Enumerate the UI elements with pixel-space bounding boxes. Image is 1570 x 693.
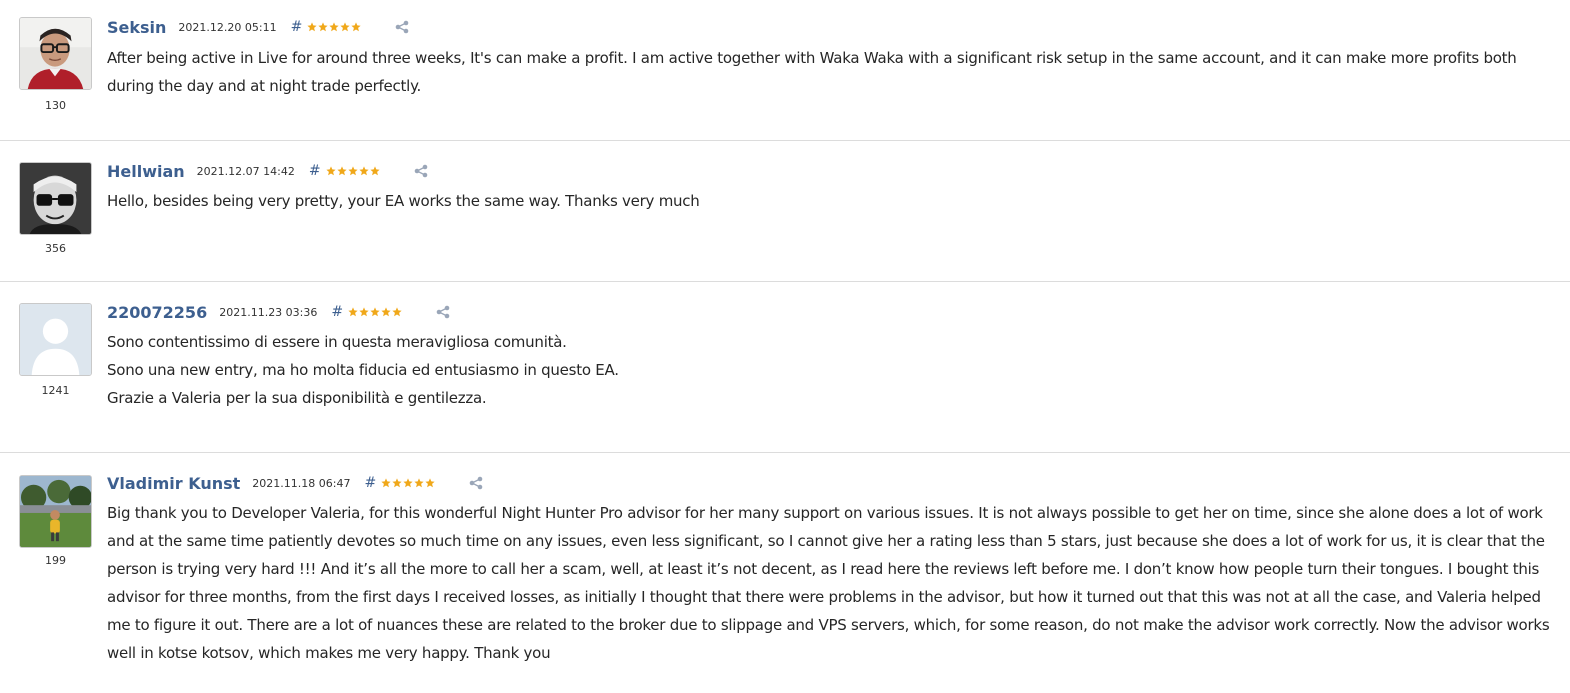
share-glyph [414,164,427,178]
review-line: Grazie a Valeria per la sua disponibilit… [107,389,487,407]
star-icon [358,166,369,176]
star-icon [425,478,435,488]
star-icon [369,166,380,176]
share-icon[interactable] [414,164,428,178]
divider [0,281,1570,282]
avatar[interactable] [19,17,92,90]
permalink-hash[interactable]: # [364,475,376,491]
share-icon[interactable] [469,476,483,490]
permalink-hash[interactable]: # [309,163,321,179]
review-text: Hello, besides being very pretty, your E… [107,187,1552,215]
share-glyph [469,476,483,490]
star-icon [325,166,336,176]
share-icon[interactable] [395,20,409,34]
review-date: 2021.12.20 05:11 [178,20,277,34]
star-icon [348,307,358,317]
review-date: 2021.11.18 06:47 [252,476,351,490]
star-icon [318,22,328,32]
permalink-hash[interactable]: # [291,19,303,35]
rating-stars [307,22,361,32]
review-header: Hellwian 2021.12.07 14:42 # [107,161,428,181]
share-glyph [396,20,409,34]
star-icon [351,22,361,32]
star-icon [347,166,358,176]
star-icon [403,478,413,488]
author-name[interactable]: Hellwian [107,162,185,181]
review-header: 220072256 2021.11.23 03:36 # [107,302,450,322]
bw-portrait-photo-icon [20,163,91,234]
author-name[interactable]: Vladimir Kunst [107,474,240,493]
star-icon [329,22,339,32]
divider [0,452,1570,453]
divider [0,140,1570,141]
star-icon [381,478,391,488]
review-line: Big thank you to Developer Valeria, for … [107,504,1550,662]
default-user-silhouette-icon [20,304,91,375]
author-rating-count: 199 [45,554,66,567]
rating-stars [325,166,380,176]
outdoor-child-photo-icon [20,476,91,547]
star-icon [359,307,369,317]
star-icon [336,166,347,176]
star-icon [340,22,350,32]
review-text: Sono contentissimo di essere in questa m… [107,328,1552,412]
rating-stars [348,307,402,317]
rating-stars [381,478,435,488]
review-line: After being active in Live for around th… [107,49,1517,95]
avatar[interactable] [19,162,92,235]
author-rating-count: 130 [45,99,66,112]
person-glasses-photo-icon [20,18,91,89]
review-text: Big thank you to Developer Valeria, for … [107,499,1552,667]
star-icon [307,22,317,32]
review-text: After being active in Live for around th… [107,44,1552,100]
review-line: Sono contentissimo di essere in questa m… [107,333,567,351]
star-icon [381,307,391,317]
star-icon [414,478,424,488]
avatar[interactable] [19,475,92,548]
star-icon [392,307,402,317]
share-glyph [436,305,450,319]
author-name[interactable]: 220072256 [107,303,207,322]
review-header: Seksin 2021.12.20 05:11 # [107,17,409,37]
review-date: 2021.12.07 14:42 [196,164,295,178]
review-header: Vladimir Kunst 2021.11.18 06:47 # [107,473,483,493]
review-line: Sono una new entry, ma ho molta fiducia … [107,361,619,379]
review-date: 2021.11.23 03:36 [219,305,318,319]
star-icon [392,478,402,488]
author-rating-count: 1241 [41,384,70,397]
author-rating-count: 356 [45,242,66,255]
avatar[interactable] [19,303,92,376]
share-icon[interactable] [436,305,450,319]
review-line: Hello, besides being very pretty, your E… [107,192,700,210]
author-name[interactable]: Seksin [107,18,166,37]
permalink-hash[interactable]: # [331,304,343,320]
star-icon [370,307,380,317]
